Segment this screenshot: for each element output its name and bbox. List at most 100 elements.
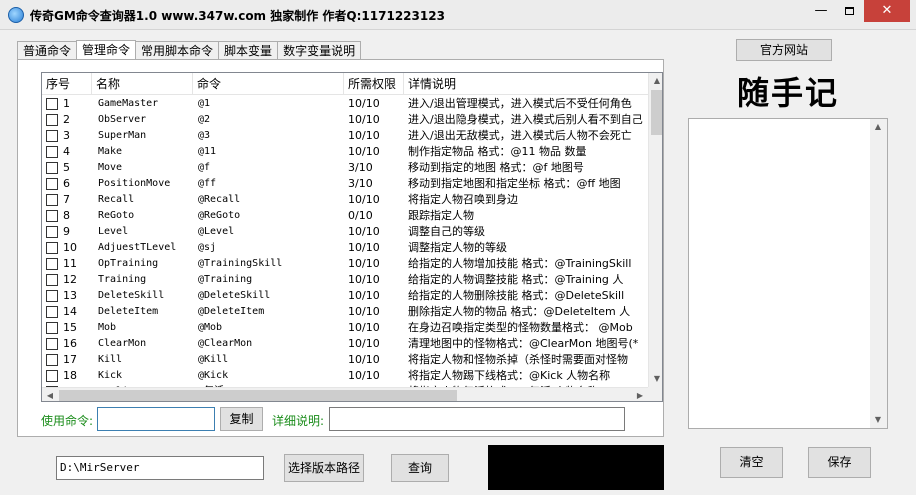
row-checkbox[interactable] xyxy=(46,194,58,206)
row-checkbox[interactable] xyxy=(46,242,58,254)
table-row[interactable]: 6 PositionMove @ff 3/10 移动到指定地图和指定坐标 格式：@ff … xyxy=(42,176,648,192)
select-path-button[interactable]: 选择版本路径 xyxy=(284,454,364,482)
row-checkbox[interactable] xyxy=(46,146,58,158)
tab-numeric-variables[interactable]: 数字变量说明 xyxy=(277,41,362,61)
table-row[interactable]: 14 DeleteItem @DeleteItem 10/10 删除指定人物的物品 格式… xyxy=(42,304,648,320)
row-checkbox[interactable] xyxy=(46,354,58,366)
row-command: @sj xyxy=(198,242,217,253)
row-name: Make xyxy=(98,146,123,157)
row-number: 9 xyxy=(63,225,70,238)
row-name: OpTraining xyxy=(98,258,159,269)
column-header-level[interactable]: 所需权限 xyxy=(344,73,404,95)
row-checkbox[interactable] xyxy=(46,306,58,318)
official-website-button[interactable]: 官方网站 xyxy=(736,39,832,61)
column-header-command[interactable]: 命令 xyxy=(193,73,344,95)
scroll-down-icon[interactable]: ▼ xyxy=(649,371,662,387)
row-name: AdjuestTLevel xyxy=(98,242,177,253)
horizontal-scroll-thumb[interactable] xyxy=(59,390,457,401)
row-command: @11 xyxy=(198,146,217,157)
detail-field[interactable] xyxy=(329,407,625,431)
table-row[interactable]: 7 Recall @Recall 10/10 将指定人物召唤到身边 xyxy=(42,192,648,208)
row-checkbox[interactable] xyxy=(46,322,58,334)
row-description: 在身边召唤指定类型的怪物数量格式： @Mob xyxy=(408,321,633,334)
save-button[interactable]: 保存 xyxy=(808,447,871,478)
list-header: 序号 名称 命令 所需权限 详情说明 xyxy=(42,73,648,95)
table-row[interactable]: 10 AdjuestTLevel @sj 10/10 调整指定人物的等级 xyxy=(42,240,648,256)
memo-scrollbar[interactable]: ▲ ▼ xyxy=(870,119,887,428)
row-number: 2 xyxy=(63,113,70,126)
table-row[interactable]: 5 Move @f 3/10 移动到指定的地图 格式：@f 地图号 xyxy=(42,160,648,176)
scroll-up-icon[interactable]: ▲ xyxy=(649,73,662,89)
table-row[interactable]: 11 OpTraining @TrainingSkill 10/10 给指定的人物增加技… xyxy=(42,256,648,272)
row-checkbox[interactable] xyxy=(46,114,58,126)
close-button[interactable]: ✕ xyxy=(864,0,910,22)
memo-scroll-down-icon[interactable]: ▼ xyxy=(870,412,886,428)
row-command: @ClearMon xyxy=(198,338,253,349)
column-header-no[interactable]: 序号 xyxy=(42,73,92,95)
row-checkbox[interactable] xyxy=(46,130,58,142)
row-description: 跟踪指定人物 xyxy=(408,209,474,222)
row-checkbox[interactable] xyxy=(46,258,58,270)
row-checkbox[interactable] xyxy=(46,210,58,222)
app-icon xyxy=(8,7,24,23)
row-command: @2 xyxy=(198,114,211,125)
table-row[interactable]: 1 GameMaster @1 10/10 进入/退出管理模式，进入模式后不受任何角色 xyxy=(42,96,648,112)
row-checkbox[interactable] xyxy=(46,290,58,302)
horizontal-scrollbar[interactable]: ◀ ▶ xyxy=(42,387,648,401)
column-header-name[interactable]: 名称 xyxy=(92,73,193,95)
maximize-button[interactable] xyxy=(836,0,862,22)
row-command: @DeleteItem xyxy=(198,306,265,317)
table-row[interactable]: 3 SuperMan @3 10/10 进入/退出无敌模式，进入模式后人物不会死亡 xyxy=(42,128,648,144)
copy-button[interactable]: 复制 xyxy=(220,407,263,431)
vertical-scrollbar[interactable]: ▲ ▼ xyxy=(648,73,662,387)
row-number: 11 xyxy=(63,257,77,270)
row-checkbox[interactable] xyxy=(46,178,58,190)
row-description: 将指定人物召唤到身边 xyxy=(408,193,518,206)
query-button[interactable]: 查询 xyxy=(391,454,449,482)
table-row[interactable]: 17 Kill @Kill 10/10 将指定人物和怪物杀掉（杀怪时需要面对怪物 xyxy=(42,352,648,368)
row-checkbox[interactable] xyxy=(46,370,58,382)
row-command: @TrainingSkill xyxy=(198,258,283,269)
row-checkbox[interactable] xyxy=(46,226,58,238)
row-level: 0/10 xyxy=(348,209,373,222)
row-name: Recall xyxy=(98,194,135,205)
table-row[interactable]: 16 ClearMon @ClearMon 10/10 清理地图中的怪物格式：@Clea… xyxy=(42,336,648,352)
server-path-field[interactable]: D:\MirServer xyxy=(56,456,264,480)
tab-script-variables[interactable]: 脚本变量 xyxy=(218,41,279,61)
table-row[interactable]: 2 ObServer @2 10/10 进入/退出隐身模式，进入模式后别人看不到自己 xyxy=(42,112,648,128)
memo-textarea[interactable]: ▲ ▼ xyxy=(688,118,888,429)
table-row[interactable]: 15 Mob @Mob 10/10 在身边召唤指定类型的怪物数量格式： @Mob xyxy=(42,320,648,336)
row-command: @Mob xyxy=(198,322,223,333)
row-checkbox[interactable] xyxy=(46,274,58,286)
table-row[interactable]: 8 ReGoto @ReGoto 0/10 跟踪指定人物 xyxy=(42,208,648,224)
row-level: 10/10 xyxy=(348,241,380,254)
table-row[interactable]: 18 Kick @Kick 10/10 将指定人物踢下线格式：@Kick 人物名称 xyxy=(42,368,648,384)
row-level: 10/10 xyxy=(348,257,380,270)
table-row[interactable]: 9 Level @Level 10/10 调整自己的等级 xyxy=(42,224,648,240)
row-level: 10/10 xyxy=(348,129,380,142)
memo-scroll-up-icon[interactable]: ▲ xyxy=(870,119,886,135)
vertical-scroll-thumb[interactable] xyxy=(651,90,662,135)
row-command: @DeleteSkill xyxy=(198,290,271,301)
table-row[interactable]: 13 DeleteSkill @DeleteSkill 10/10 给指定的人物删除技能… xyxy=(42,288,648,304)
table-row[interactable]: 12 Training @Training 10/10 给指定的人物调整技能 格式：@T… xyxy=(42,272,648,288)
scroll-right-icon[interactable]: ▶ xyxy=(632,388,648,401)
row-checkbox[interactable] xyxy=(46,162,58,174)
tab-script-commands[interactable]: 常用脚本命令 xyxy=(135,41,220,61)
row-name: Mob xyxy=(98,322,117,333)
tab-normal-commands[interactable]: 普通命令 xyxy=(17,41,78,61)
row-name: PositionMove xyxy=(98,178,171,189)
command-list[interactable]: 序号 名称 命令 所需权限 详情说明 1 GameMaster @1 10/10 进入/… xyxy=(41,72,663,402)
scroll-left-icon[interactable]: ◀ xyxy=(42,388,58,401)
row-name: Move xyxy=(98,162,123,173)
command-input[interactable] xyxy=(97,407,215,431)
clear-button[interactable]: 清空 xyxy=(720,447,783,478)
row-checkbox[interactable] xyxy=(46,338,58,350)
minimize-button[interactable]: — xyxy=(808,0,834,22)
row-checkbox[interactable] xyxy=(46,98,58,110)
row-level: 10/10 xyxy=(348,97,380,110)
column-header-description[interactable]: 详情说明 xyxy=(404,73,648,95)
row-level: 10/10 xyxy=(348,369,380,382)
table-row[interactable]: 4 Make @11 10/10 制作指定物品 格式：@11 物品 数量 xyxy=(42,144,648,160)
row-number: 1 xyxy=(63,97,70,110)
